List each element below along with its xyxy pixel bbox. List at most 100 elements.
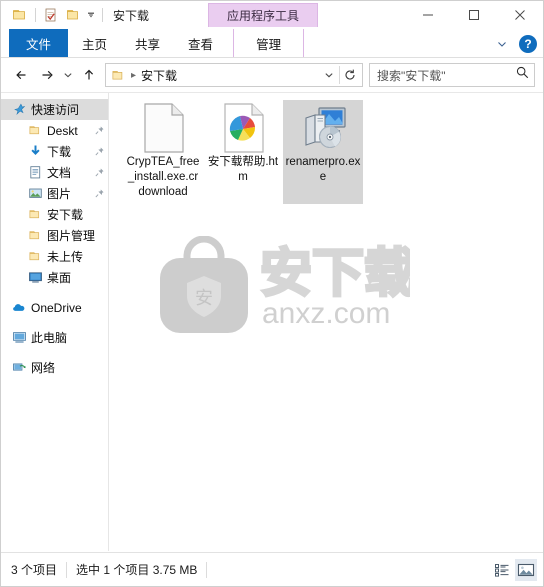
sidebar-item-label: Deskt [47,123,78,138]
watermark: 安 安下载 anxz.com [156,236,418,336]
desktop-icon [27,270,43,286]
file-item[interactable]: renamerpro.exe [283,100,363,204]
folder-icon[interactable] [9,4,31,26]
toolbar-divider [102,8,103,22]
sidebar-item-label: 下载 [47,145,72,159]
search-icon[interactable] [515,65,530,85]
forward-button[interactable] [34,62,59,88]
sidebar-item-network[interactable]: 网络 [1,357,108,378]
sidebar-item-pictures[interactable]: 图片 [1,183,108,204]
recent-locations-button[interactable] [59,62,76,88]
back-button[interactable] [9,62,34,88]
watermark-brand: 安下载 [260,245,410,303]
sidebar-item-label: 快速访问 [31,103,80,117]
file-item[interactable]: CrypTEA_free_install.exe.crdownload [123,100,203,204]
breadcrumb-separator-icon: ▸ [131,69,137,81]
contextual-tab-group-header: 应用程序工具 [208,3,318,27]
sidebar-item-this-pc[interactable]: 此电脑 [1,327,108,348]
sidebar-item-desktop-pinned[interactable]: Deskt [1,120,108,141]
pin-icon[interactable] [94,188,106,199]
folder-icon [27,207,43,223]
status-divider [206,561,208,578]
tab-home[interactable]: 主页 [68,29,121,57]
help-icon[interactable]: ? [519,34,537,53]
folder-icon [27,123,43,139]
explorer-body: 快速访问 Deskt 下载 文档 图片 安下载 图片管理 未上传 桌面 OneD… [1,92,543,551]
sidebar-item-label: 安下载 [47,208,84,222]
file-explorer-window: 安下载 应用程序工具 文件 主页 共享 查看 管理 ? ▸ 安下载 搜索"安下载… [0,0,544,587]
watermark-domain: anxz.com [262,297,390,329]
contextual-tab-group-label: 应用程序工具 [226,9,299,23]
address-input[interactable]: ▸ 安下载 [105,63,363,87]
application-exe-icon [299,104,347,152]
sidebar-item-label: OneDrive [31,300,82,315]
blank-file-icon [139,103,187,153]
document-icon [27,165,43,181]
up-button[interactable] [76,62,101,88]
window-controls [405,1,543,29]
navigation-pane: 快速访问 Deskt 下载 文档 图片 安下载 图片管理 未上传 桌面 OneD… [1,93,109,551]
star-icon [11,102,27,118]
file-name: CrypTEA_free_install.exe.crdownload [126,156,200,198]
file-name: 安下载帮助.htm [207,156,279,183]
title-bar: 安下载 应用程序工具 [1,1,543,29]
sidebar-item-downloads[interactable]: 下载 [1,141,108,162]
address-bar-row: ▸ 安下载 搜索"安下载" [1,58,543,92]
file-list-view[interactable]: CrypTEA_free_install.exe.crdownload 安下载帮… [109,93,543,551]
large-icons-view-icon[interactable] [515,558,537,581]
item-count-label: 3 个项目 [11,563,58,577]
sidebar-item-label: 此电脑 [31,331,68,345]
maximize-button[interactable] [451,1,497,29]
svg-text:安: 安 [195,288,213,308]
file-tiles: CrypTEA_free_install.exe.crdownload 安下载帮… [123,100,363,204]
anxiazai-bag-logo-icon: 安 [160,236,248,333]
status-divider [66,561,68,578]
sidebar-item-picture-management[interactable]: 图片管理 [1,225,108,246]
sidebar-item-quick-access[interactable]: 快速访问 [1,99,108,120]
tab-manage[interactable]: 管理 [233,29,305,57]
sidebar-item-label: 图片 [47,187,72,201]
tab-view[interactable]: 查看 [174,29,227,57]
sidebar-item-label: 文档 [47,166,72,180]
refresh-icon[interactable] [340,64,360,86]
breadcrumb[interactable]: 安下载 [141,67,177,84]
sidebar-item-not-uploaded[interactable]: 未上传 [1,246,108,267]
pin-icon[interactable] [94,167,106,178]
tab-file[interactable]: 文件 [9,29,69,57]
pin-icon[interactable] [94,146,106,157]
sidebar-item-anxiazai[interactable]: 安下载 [1,204,108,225]
chevron-down-icon[interactable] [493,35,511,53]
toolbar-divider [35,8,36,22]
sidebar-item-documents[interactable]: 文档 [1,162,108,183]
pictures-icon [27,186,43,202]
sidebar-item-label: 未上传 [47,250,84,264]
tab-share[interactable]: 共享 [121,29,174,57]
onedrive-icon [11,300,27,316]
properties-icon[interactable] [40,4,62,26]
file-name: renamerpro.exe [285,156,361,183]
sidebar-item-label: 图片管理 [47,229,96,243]
pin-icon[interactable] [94,125,106,136]
html-file-icon [219,103,267,153]
search-input[interactable]: 搜索"安下载" [377,67,515,84]
details-view-icon[interactable] [491,559,513,581]
search-box[interactable]: 搜索"安下载" [369,63,535,87]
file-item[interactable]: 安下载帮助.htm [203,100,283,204]
folder-icon[interactable] [62,4,84,26]
sidebar-item-onedrive[interactable]: OneDrive [1,297,108,318]
close-button[interactable] [497,1,543,29]
ribbon-right-controls: ? [493,29,537,58]
sidebar-item-label: 桌面 [47,271,72,285]
folder-icon [111,68,126,83]
status-bar: 3 个项目 选中 1 个项目 3.75 MB [1,552,543,586]
chevron-down-icon[interactable] [319,64,339,86]
sidebar-item-desktop[interactable]: 桌面 [1,267,108,288]
chevron-down-icon[interactable] [84,4,98,26]
ribbon-tab-strip: 文件 主页 共享 查看 管理 ? [1,29,543,58]
minimize-button[interactable] [405,1,451,29]
folder-icon [27,249,43,265]
quick-access-toolbar [9,4,107,26]
